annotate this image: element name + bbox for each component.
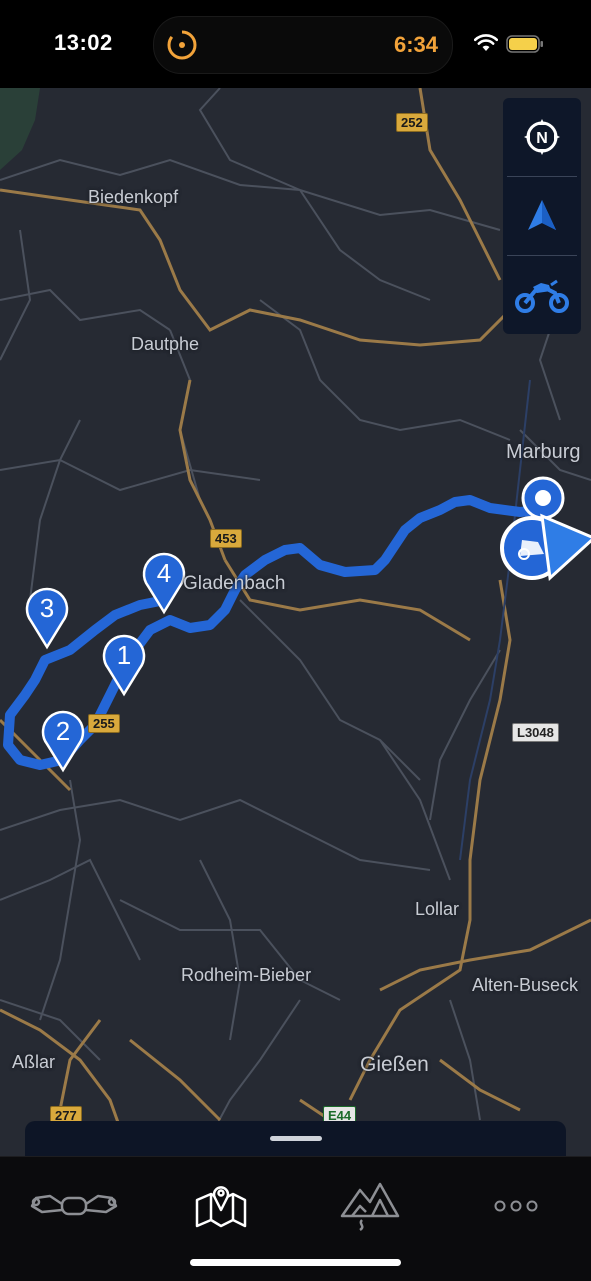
road-shield-255: 255 [88,714,120,733]
place-label-asslar: Aßlar [12,1052,56,1072]
mountains-icon [340,1182,400,1232]
wifi-icon [474,34,498,51]
motorcycle-handlebar-icon [30,1194,118,1216]
tab-map[interactable] [171,1171,271,1241]
motorcycle-icon [515,279,569,313]
waypoint-4-label: 4 [157,558,171,588]
motorcycle-mode-button[interactable] [503,256,581,334]
tab-ride[interactable] [24,1171,124,1241]
tab-more[interactable] [466,1171,566,1241]
start-marker [521,476,565,520]
more-dots-icon [494,1200,538,1212]
timer-value: 6:34 [393,32,438,57]
navigation-arrow-icon [528,200,556,230]
status-time: 13:02 [54,30,113,55]
home-indicator [190,1259,401,1266]
bottom-sheet-header[interactable] [25,1121,566,1161]
waypoint-2-label: 2 [56,716,70,746]
map-controls-panel: N [503,98,581,334]
road-shield-252: 252 [396,113,428,132]
map-pin-icon [195,1186,247,1228]
road-shield-453: 453 [210,529,242,548]
place-label-giessen: Gießen [360,1053,429,1076]
place-label-marburg: Marburg [506,441,581,463]
forest-area [0,88,40,170]
timer-icon [167,30,197,60]
compass-north-button[interactable]: N [503,98,581,176]
battery-icon [506,35,543,53]
svg-text:N: N [536,130,548,147]
place-label-lollar: Lollar [415,899,460,919]
navigation-arrow-button[interactable] [503,177,581,255]
dynamic-island[interactable]: 6:34 [153,16,453,74]
compass-north-icon: N [524,119,560,155]
place-label-dautphe: Dautphe [131,334,200,354]
road-shield-l3048: L3048 [512,723,559,742]
place-label-alten-buseck: Alten-Buseck [472,975,579,995]
place-label-gladenbach: Gladenbach [183,573,286,594]
sheet-grabber[interactable] [270,1136,322,1141]
place-label-biedenkopf: Biedenkopf [88,187,179,207]
waypoint-1-label: 1 [117,640,131,670]
waypoint-3-label: 3 [40,593,54,623]
tab-explore[interactable] [320,1171,420,1241]
place-label-rodheim-bieber: Rodheim-Bieber [181,965,312,985]
current-position-marker [500,513,591,582]
status-bar: 13:02 6:34 [0,0,591,88]
waypoint-3: 3 [25,587,69,650]
